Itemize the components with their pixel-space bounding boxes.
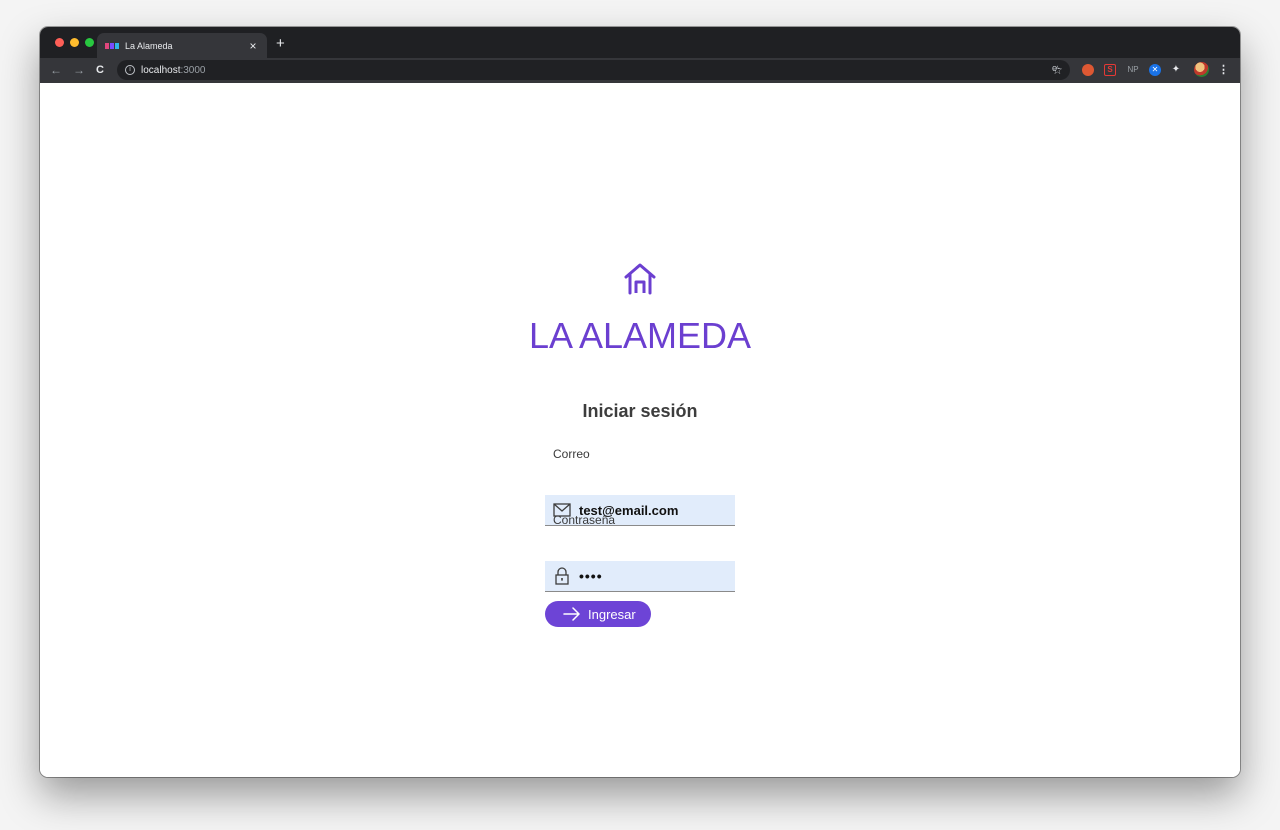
tab-strip: La Alameda × + bbox=[40, 27, 1240, 58]
bookmark-star-icon[interactable]: ☆ bbox=[1052, 63, 1063, 77]
browser-window: La Alameda × + ← → C i localhost :3000 o… bbox=[40, 27, 1240, 777]
close-window-button[interactable] bbox=[55, 38, 64, 47]
extensions-puzzle-icon[interactable]: ✦ bbox=[1170, 64, 1182, 76]
page-viewport: LA ALAMEDA Iniciar sesión Correo test@em… bbox=[40, 83, 1240, 777]
address-bar[interactable]: i localhost :3000 o- bbox=[117, 60, 1070, 80]
tab-close-icon[interactable]: × bbox=[247, 40, 259, 52]
browser-menu-icon[interactable]: ⋮ bbox=[1218, 64, 1229, 76]
forward-arrow-icon[interactable]: → bbox=[73, 63, 85, 77]
site-favicon-icon bbox=[105, 41, 119, 51]
s-extension-icon[interactable]: S bbox=[1104, 64, 1116, 76]
browser-toolbar: ← → C i localhost :3000 o- ☆ S NP ✕ ✦ ⋮ bbox=[40, 58, 1240, 83]
email-label: Correo bbox=[553, 447, 590, 461]
np-extension-icon[interactable]: NP bbox=[1125, 64, 1141, 76]
home-icon bbox=[624, 263, 656, 295]
url-host: localhost bbox=[141, 64, 181, 76]
password-field[interactable]: •••• bbox=[545, 561, 735, 592]
maximize-window-button[interactable] bbox=[85, 38, 94, 47]
site-info-icon[interactable]: i bbox=[125, 65, 135, 75]
lock-icon bbox=[555, 567, 569, 585]
arrow-right-icon bbox=[563, 607, 580, 621]
tab-title: La Alameda bbox=[125, 40, 173, 51]
new-tab-button[interactable]: + bbox=[276, 36, 285, 51]
back-arrow-icon[interactable]: ← bbox=[50, 63, 62, 77]
login-submit-button[interactable]: Ingresar bbox=[545, 601, 651, 627]
brand-title: LA ALAMEDA bbox=[528, 315, 752, 356]
duckduckgo-extension-icon[interactable] bbox=[1082, 64, 1094, 76]
password-label: Contraseña bbox=[553, 513, 616, 527]
submit-label: Ingresar bbox=[588, 606, 636, 622]
profile-avatar[interactable] bbox=[1194, 62, 1209, 77]
url-port: :3000 bbox=[180, 64, 206, 76]
reload-icon[interactable]: C bbox=[96, 63, 104, 77]
login-heading: Iniciar sesión bbox=[582, 401, 698, 421]
password-value: •••• bbox=[579, 568, 603, 584]
blue-extension-icon[interactable]: ✕ bbox=[1149, 64, 1161, 76]
minimize-window-button[interactable] bbox=[70, 38, 79, 47]
tab-la-alameda[interactable]: La Alameda × bbox=[97, 33, 267, 58]
